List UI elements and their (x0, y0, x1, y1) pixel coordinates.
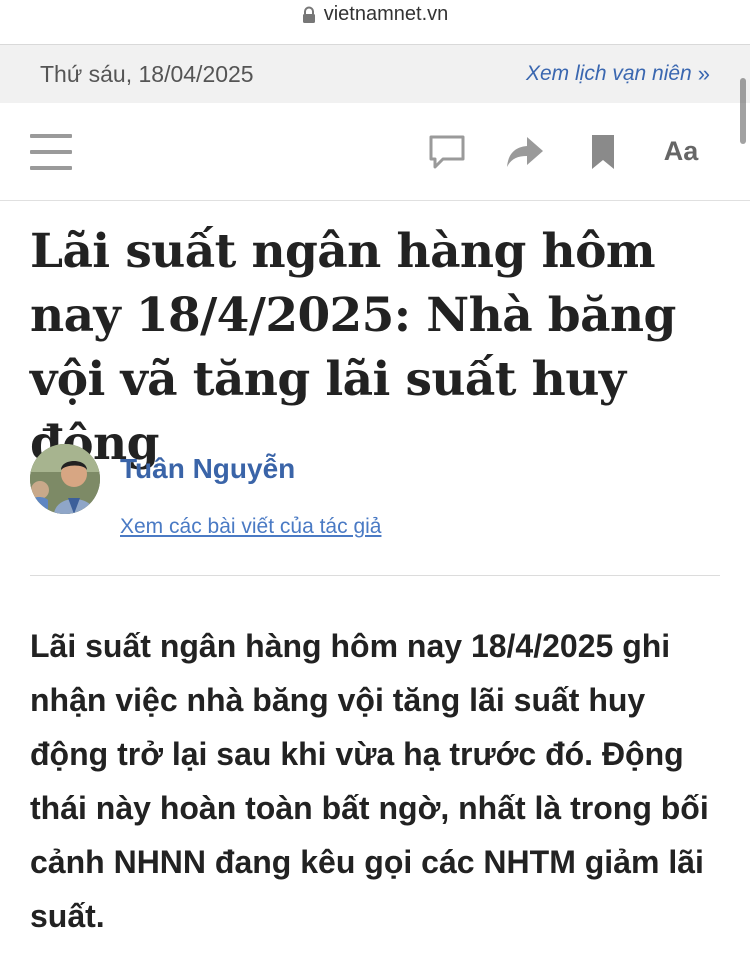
lock-icon (302, 6, 315, 23)
url-host-text: vietnamnet.vn (323, 3, 449, 25)
current-date: Thứ sáu, 18/04/2025 (40, 60, 254, 87)
author-name[interactable]: Tuân Nguyễn (120, 453, 295, 485)
date-bar: Thứ sáu, 18/04/2025 Xem lịch vạn niên » (0, 45, 750, 103)
section-divider (30, 575, 720, 576)
font-size-label: Aa (663, 136, 699, 166)
share-icon (507, 136, 543, 167)
double-chevron-right-icon: » (697, 61, 710, 86)
hamburger-menu-icon[interactable] (30, 133, 72, 170)
lunar-calendar-link-label: Xem lịch vạn niên (525, 62, 692, 85)
toolbar-divider (0, 200, 750, 201)
article-title: Lãi suất ngân hàng hôm nay 18/4/2025: Nh… (30, 224, 676, 471)
comment-icon (429, 135, 465, 168)
author-photo (30, 444, 100, 514)
toolbar-actions: Aa (408, 127, 720, 177)
font-size-button[interactable]: Aa (642, 127, 720, 177)
comment-button[interactable] (408, 127, 486, 177)
share-button[interactable] (486, 127, 564, 177)
article-toolbar: Aa (0, 103, 750, 200)
bookmark-button[interactable] (564, 127, 642, 177)
bookmark-icon (592, 134, 614, 169)
url-host[interactable]: vietnamnet.vn (302, 3, 449, 26)
browser-url-bar[interactable]: vietnamnet.vn (0, 0, 750, 44)
author-avatar[interactable] (30, 444, 100, 514)
author-articles-link[interactable]: Xem các bài viết của tác giả (120, 515, 381, 539)
lunar-calendar-link[interactable]: Xem lịch vạn niên » (526, 61, 710, 87)
article-lead: Lãi suất ngân hàng hôm nay 18/4/2025 ghi… (30, 628, 709, 934)
